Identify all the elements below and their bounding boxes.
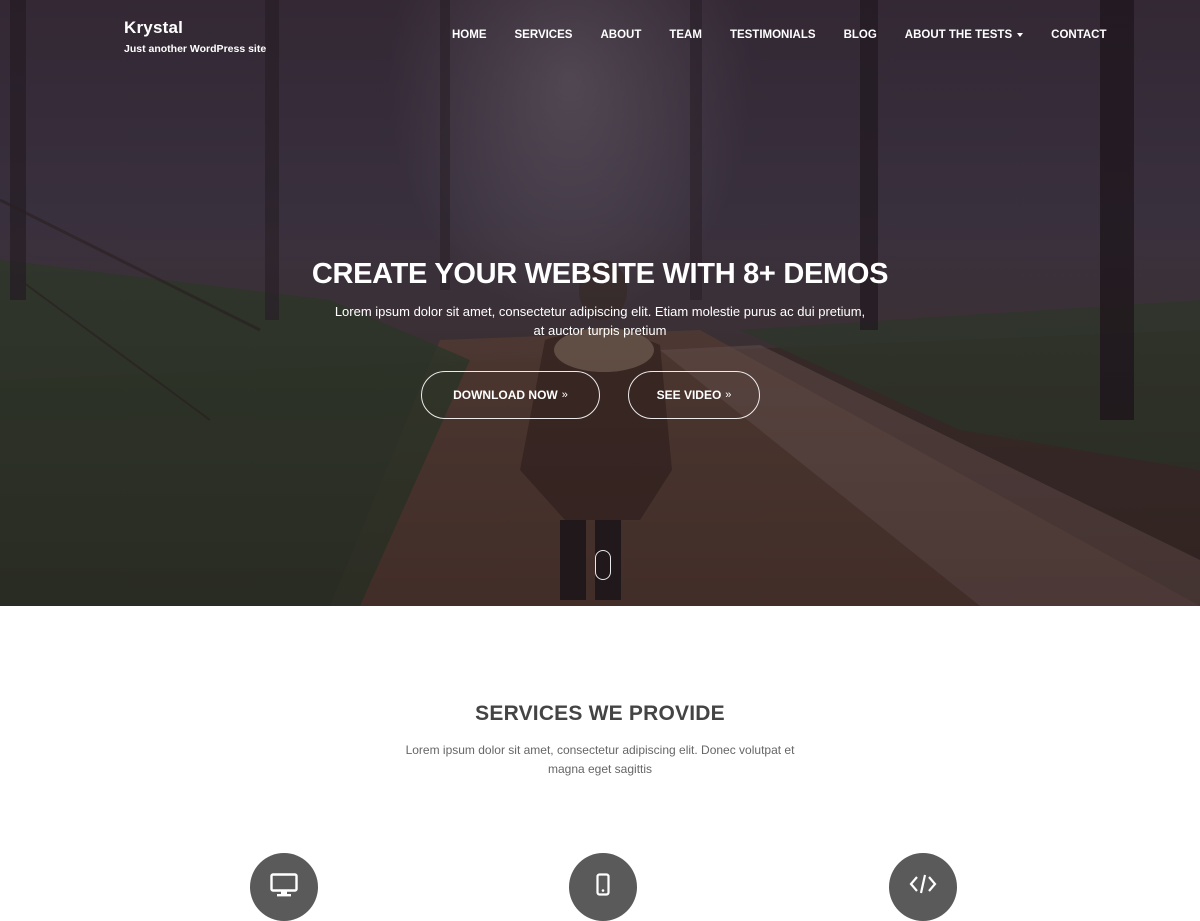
hero-content: Create your website with 8+ demos Lorem … xyxy=(0,258,1200,340)
nav-item-contact[interactable]: Contact xyxy=(1051,29,1106,41)
see-video-button[interactable]: See video » xyxy=(628,371,760,419)
download-now-label: Download now xyxy=(453,388,558,402)
nav-item-about-the-tests-label: About The Tests xyxy=(904,29,1013,41)
nav-item-blog[interactable]: Blog xyxy=(844,29,877,41)
hero-text: Lorem ipsum dolor sit amet, consectetur … xyxy=(334,304,866,338)
nav-item-home[interactable]: Home xyxy=(452,29,487,41)
main-navigation: Home Services About Team Testimonials Bl… xyxy=(452,29,1107,41)
site-title[interactable]: Krystal xyxy=(124,18,266,38)
code-icon xyxy=(889,853,957,921)
site-branding[interactable]: Krystal Just another WordPress site xyxy=(124,18,266,55)
hero-title: Create your website with 8+ demos xyxy=(311,258,889,290)
desktop-icon xyxy=(250,853,318,921)
hero-section: Krystal Just another WordPress site Home… xyxy=(0,0,1200,606)
mobile-icon xyxy=(569,853,637,921)
hero-buttons: Download now » See video » xyxy=(0,371,1200,419)
caret-down-icon xyxy=(1017,32,1024,37)
double-chevron-right-icon: » xyxy=(725,389,732,401)
services-title: Services we provide xyxy=(475,702,725,725)
services-description: Lorem ipsum dolor sit amet, consectetur … xyxy=(405,743,795,776)
double-chevron-right-icon: » xyxy=(561,389,568,401)
nav-item-team[interactable]: Team xyxy=(669,29,702,41)
scroll-down-indicator[interactable] xyxy=(595,550,611,580)
nav-item-services[interactable]: Services xyxy=(515,29,573,41)
download-now-button[interactable]: Download now » xyxy=(421,371,600,419)
nav-item-about[interactable]: About xyxy=(600,29,641,41)
nav-item-testimonials[interactable]: Testimonials xyxy=(730,29,816,41)
nav-item-about-the-tests[interactable]: About The Tests xyxy=(904,29,1024,41)
site-tagline: Just another WordPress site xyxy=(124,43,267,55)
see-video-label: See video xyxy=(656,388,722,402)
services-section: Services we provide Lorem ipsum dolor si… xyxy=(0,606,1200,921)
